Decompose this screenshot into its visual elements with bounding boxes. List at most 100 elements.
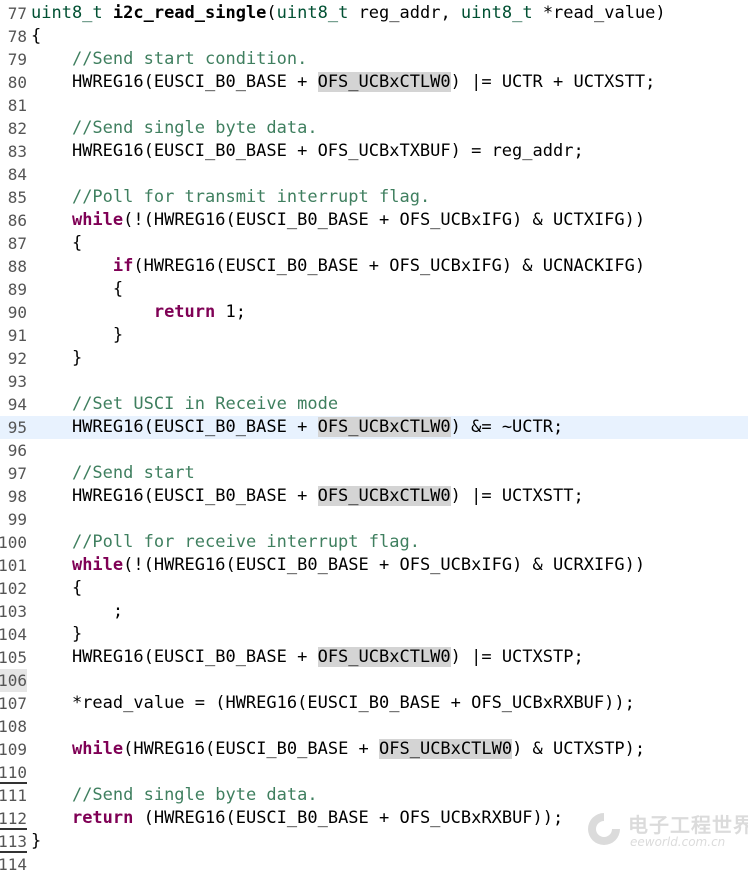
code-text[interactable]: HWREG16(EUSCI_B0_BASE + OFS_UCBxCTLW0) |… (31, 485, 748, 508)
code-line[interactable]: 89 { (0, 278, 748, 301)
code-text[interactable]: while(!(HWREG16(EUSCI_B0_BASE + OFS_UCBx… (31, 554, 748, 577)
code-keyword: return (153, 302, 216, 322)
code-text[interactable]: ; (31, 600, 748, 623)
code-line[interactable]: 77 uint8_t i2c_read_single(uint8_t reg_ad… (0, 2, 748, 25)
code-line[interactable]: 90 return 1; (0, 301, 748, 324)
code-text[interactable]: } (31, 347, 748, 370)
code-line[interactable]: 85 //Poll for transmit interrupt flag. (0, 186, 748, 209)
code-keyword: while (71, 555, 124, 575)
code-line[interactable]: 98 HWREG16(EUSCI_B0_BASE + OFS_UCBxCTLW0… (0, 485, 748, 508)
code-text[interactable]: } (31, 324, 748, 347)
code-text[interactable]: uint8_t i2c_read_single(uint8_t reg_addr… (31, 2, 748, 25)
code-line[interactable]: 103 ; (0, 600, 748, 623)
code-text[interactable]: { (31, 232, 748, 255)
code-token: HWREG16(EUSCI_B0_BASE + OFS_UCBxTXBUF) =… (31, 141, 584, 161)
line-number: 80 (7, 73, 27, 92)
code-line[interactable]: 88 if(HWREG16(EUSCI_B0_BASE + OFS_UCBxIF… (0, 255, 748, 278)
code-line[interactable]: 111 //Send single byte data. (0, 784, 748, 807)
code-comment: //Send single byte data. (71, 785, 318, 805)
code-text[interactable]: //Send start condition. (31, 48, 748, 71)
line-number: 107 (0, 694, 27, 713)
code-text[interactable]: if(HWREG16(EUSCI_B0_BASE + OFS_UCBxIFG) … (31, 255, 748, 278)
code-text[interactable]: while(HWREG16(EUSCI_B0_BASE + OFS_UCBxCT… (31, 738, 748, 761)
code-token: *read_value = (HWREG16(EUSCI_B0_BASE + O… (31, 693, 635, 713)
code-text[interactable]: //Send single byte data. (31, 117, 748, 140)
code-line[interactable]: 91 } (0, 324, 748, 347)
code-line[interactable]: 110 (0, 761, 748, 784)
code-text[interactable]: return 1; (31, 301, 748, 324)
code-text[interactable]: { (31, 25, 748, 48)
code-line[interactable]: 93 (0, 370, 748, 393)
code-line[interactable]: 78{ (0, 25, 748, 48)
code-token: } (31, 831, 42, 851)
code-line[interactable]: 83 HWREG16(EUSCI_B0_BASE + OFS_UCBxTXBUF… (0, 140, 748, 163)
line-number: 108 (0, 717, 27, 736)
code-text[interactable]: //Send start (31, 462, 748, 485)
line-number: 96 (7, 441, 27, 460)
line-number: 105 (0, 648, 27, 667)
line-number: 103 (0, 602, 27, 621)
code-text[interactable]: while(!(HWREG16(EUSCI_B0_BASE + OFS_UCBx… (31, 209, 748, 232)
code-line[interactable]: 97 //Send start (0, 462, 748, 485)
code-token: (HWREG16(EUSCI_B0_BASE + (123, 739, 380, 759)
code-line[interactable]: 94 //Set USCI in Receive mode (0, 393, 748, 416)
watermark-text-en: eeworld.com.cn (630, 835, 726, 849)
code-line[interactable]: 106 (0, 669, 748, 692)
code-text[interactable]: *read_value = (HWREG16(EUSCI_B0_BASE + O… (31, 692, 748, 715)
code-token: ) |= UCTR + UCTXSTT; (450, 72, 656, 92)
line-number: 85 (7, 188, 27, 207)
code-line[interactable]: 95 HWREG16(EUSCI_B0_BASE + OFS_UCBxCTLW0… (0, 416, 748, 439)
code-line[interactable]: 92 } (0, 347, 748, 370)
code-line[interactable]: 104 } (0, 623, 748, 646)
code-token: { (31, 233, 83, 253)
line-number: 83 (7, 142, 27, 161)
code-text[interactable]: } (31, 623, 748, 646)
code-line[interactable]: 100 //Poll for receive interrupt flag. (0, 531, 748, 554)
line-number: 89 (7, 280, 27, 299)
code-token: HWREG16(EUSCI_B0_BASE + (31, 647, 318, 667)
line-number: 106 (0, 669, 27, 692)
code-line[interactable]: 87 { (0, 232, 748, 255)
code-token: (HWREG16(EUSCI_B0_BASE + OFS_UCBxRXBUF))… (133, 808, 564, 828)
code-text[interactable]: //Poll for receive interrupt flag. (31, 531, 748, 554)
code-line[interactable]: 101 while(!(HWREG16(EUSCI_B0_BASE + OFS_… (0, 554, 748, 577)
code-type: uint8_t (276, 3, 349, 23)
code-text[interactable]: HWREG16(EUSCI_B0_BASE + OFS_UCBxCTLW0) &… (31, 416, 748, 439)
line-number: 78 (7, 27, 27, 46)
code-text[interactable]: { (31, 577, 748, 600)
line-number: 99 (7, 510, 27, 529)
code-line[interactable]: 102 { (0, 577, 748, 600)
code-editor[interactable]: 77 uint8_t i2c_read_single(uint8_t reg_ad… (0, 0, 748, 874)
code-text[interactable]: //Set USCI in Receive mode (31, 393, 748, 416)
code-line[interactable]: 107 *read_value = (HWREG16(EUSCI_B0_BASE… (0, 692, 748, 715)
code-line[interactable]: 99 (0, 508, 748, 531)
code-line[interactable]: 80 HWREG16(EUSCI_B0_BASE + OFS_UCBxCTLW0… (0, 71, 748, 94)
code-text[interactable]: { (31, 278, 748, 301)
code-line[interactable]: 108 (0, 715, 748, 738)
code-token: ; (31, 601, 124, 621)
code-line[interactable]: 86 while(!(HWREG16(EUSCI_B0_BASE + OFS_U… (0, 209, 748, 232)
code-text[interactable]: //Send single byte data. (31, 784, 748, 807)
code-line[interactable]: 82 //Send single byte data. (0, 117, 748, 140)
code-comment: //Send single byte data. (71, 118, 318, 138)
line-number: 86 (7, 211, 27, 230)
code-line[interactable]: 105 HWREG16(EUSCI_B0_BASE + OFS_UCBxCTLW… (0, 646, 748, 669)
code-line[interactable]: 96 (0, 439, 748, 462)
line-number: 90 (7, 303, 27, 322)
code-token: reg_addr, (348, 3, 461, 23)
line-number: 111 (0, 786, 27, 805)
code-text[interactable]: HWREG16(EUSCI_B0_BASE + OFS_UCBxCTLW0) |… (31, 71, 748, 94)
code-line[interactable]: 79 //Send start condition. (0, 48, 748, 71)
code-line[interactable]: 109 while(HWREG16(EUSCI_B0_BASE + OFS_UC… (0, 738, 748, 761)
code-line[interactable]: 81 (0, 94, 748, 117)
code-line[interactable]: 84 (0, 163, 748, 186)
code-text[interactable]: HWREG16(EUSCI_B0_BASE + OFS_UCBxCTLW0) |… (31, 646, 748, 669)
code-text[interactable]: HWREG16(EUSCI_B0_BASE + OFS_UCBxTXBUF) =… (31, 140, 748, 163)
line-number: 91 (7, 326, 27, 345)
watermark: 电子工程世界 eeworld.com.cn (584, 805, 748, 865)
code-token: (!(HWREG16(EUSCI_B0_BASE + OFS_UCBxIFG) … (123, 555, 646, 575)
code-text[interactable]: //Poll for transmit interrupt flag. (31, 186, 748, 209)
